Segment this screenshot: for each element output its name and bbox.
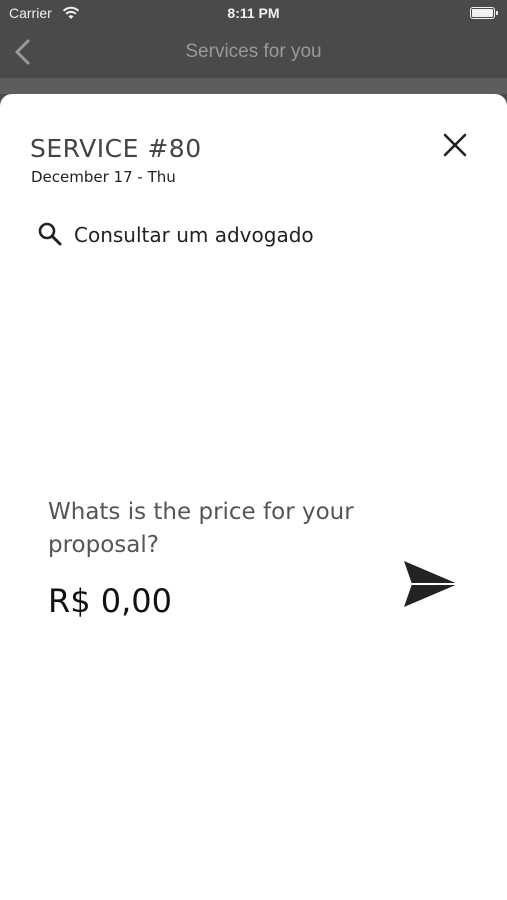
send-icon: [404, 561, 458, 607]
nav-title: Services for you: [185, 41, 322, 62]
close-icon: [443, 133, 467, 157]
close-button[interactable]: [440, 130, 470, 160]
battery-icon: [470, 7, 498, 19]
price-input[interactable]: R$ 0,00: [48, 582, 172, 620]
price-question: Whats is the price for your proposal?: [48, 499, 354, 558]
service-date: December 17 - Thu: [31, 168, 176, 186]
service-search-row[interactable]: Consultar um advogado: [37, 220, 457, 250]
status-time: 8:11 PM: [227, 5, 280, 21]
search-icon: [37, 221, 63, 247]
navigation-bar: Services for you: [0, 28, 507, 78]
status-bar: Carrier 8:11 PM: [0, 0, 507, 28]
nav-divider: [0, 78, 507, 94]
service-modal-sheet: SERVICE #80 December 17 - Thu Consultar …: [0, 94, 507, 900]
service-search-text: Consultar um advogado: [74, 223, 314, 247]
service-title: SERVICE #80: [30, 134, 202, 163]
send-button[interactable]: [400, 557, 462, 611]
